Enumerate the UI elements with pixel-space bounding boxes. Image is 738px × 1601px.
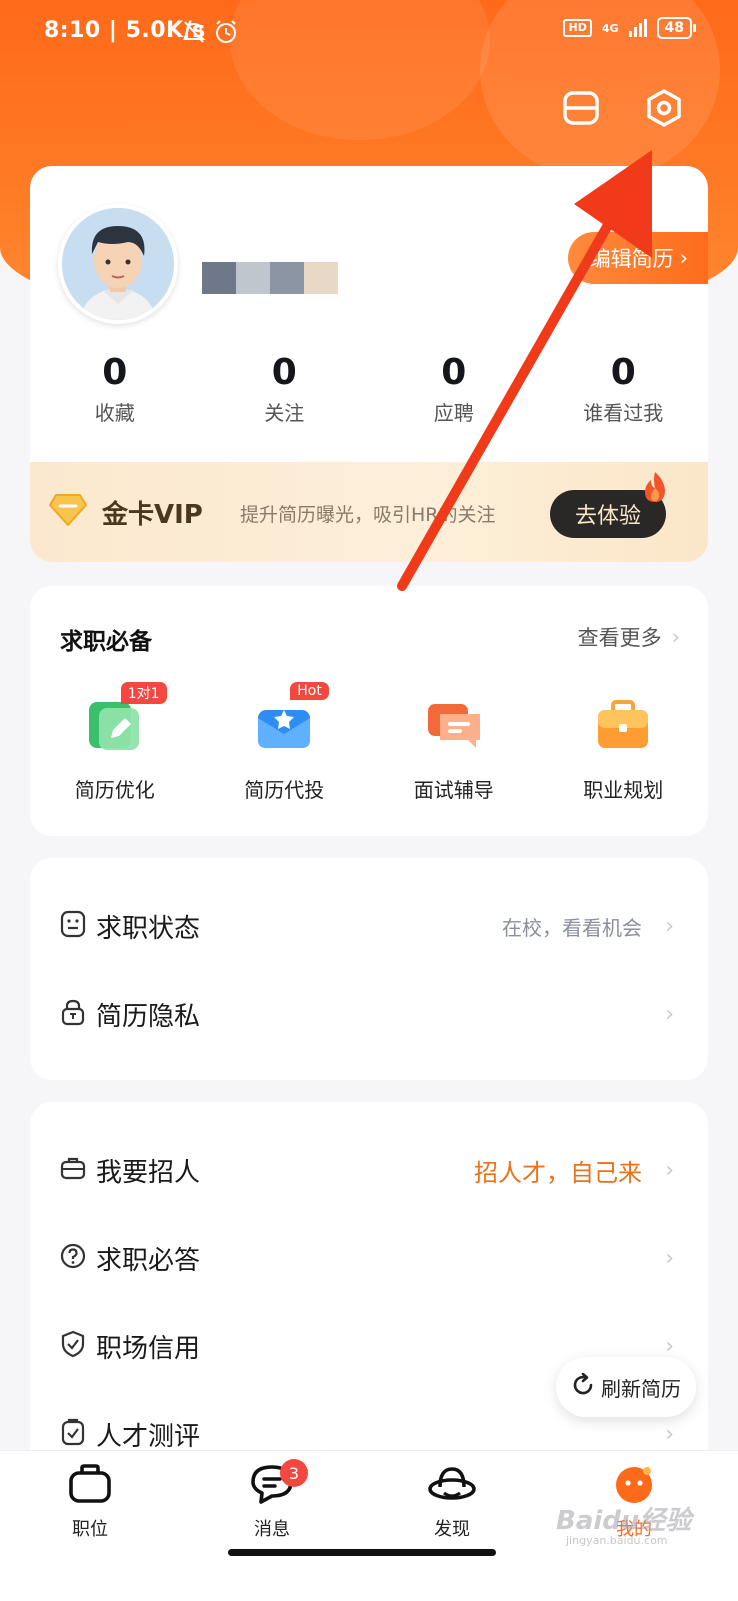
tool-label: 简历优化 bbox=[74, 778, 155, 802]
avatar[interactable] bbox=[58, 204, 178, 324]
settings-card-job: 求职状态 在校，看看机会 › 简历隐私 › bbox=[30, 858, 708, 1080]
tab-label: 消息 bbox=[254, 1519, 290, 1540]
tab-discover[interactable]: 发现 bbox=[402, 1463, 502, 1541]
tool-interview-coaching[interactable]: 面试辅导 bbox=[369, 696, 539, 803]
tab-messages[interactable]: 3 消息 bbox=[222, 1459, 322, 1541]
tool-label: 面试辅导 bbox=[413, 778, 494, 802]
refresh-label: 刷新简历 bbox=[601, 1376, 681, 1401]
stat-following[interactable]: 0 关注 bbox=[200, 352, 370, 426]
job-essentials-card: 求职必备 查看更多 › 1对1 简历优化 Hot 简历代投 面试辅导 职业规划 bbox=[30, 586, 708, 836]
settings-card-more: 我要招人 招人才，自己来 › 求职必答 › 职场信用 › 人才测评 › bbox=[30, 1102, 708, 1482]
vip-banner[interactable]: 金卡VIP 提升简历曝光，吸引HR的关注 去体验 bbox=[30, 462, 708, 562]
row-value: 在校，看看机会 bbox=[502, 915, 642, 940]
refresh-resume-button[interactable]: 刷新简历 bbox=[556, 1357, 696, 1417]
chevron-right-icon: › bbox=[665, 1157, 674, 1183]
shield-check-icon bbox=[60, 1330, 86, 1362]
baidu-watermark: Baidu经验 bbox=[556, 1506, 692, 1536]
row-resume-privacy[interactable]: 简历隐私 › bbox=[30, 970, 708, 1058]
stats-row: 0 收藏 0 关注 0 应聘 0 谁看过我 bbox=[30, 352, 708, 426]
message-count-badge: 3 bbox=[280, 1459, 308, 1487]
diamond-icon bbox=[48, 492, 88, 532]
tool-resume-delivery[interactable]: Hot 简历代投 bbox=[200, 682, 370, 803]
chevron-right-icon: › bbox=[665, 1245, 674, 1271]
settings-icon[interactable] bbox=[644, 88, 684, 128]
chevron-right-icon: › bbox=[671, 625, 680, 649]
tools-row: 1对1 简历优化 Hot 简历代投 面试辅导 职业规划 bbox=[30, 682, 709, 803]
status-time: 8:10 | 5.0K/s bbox=[44, 18, 206, 43]
view-more-label: 查看更多 bbox=[577, 626, 662, 650]
chevron-right-icon: › bbox=[679, 246, 688, 270]
tab-label: 职位 bbox=[72, 1519, 108, 1540]
row-label: 求职必答 bbox=[96, 1245, 201, 1276]
question-icon bbox=[60, 1243, 86, 1273]
network-type: 4G bbox=[601, 21, 619, 35]
row-label: 人才测评 bbox=[96, 1421, 201, 1452]
row-label: 简历隐私 bbox=[96, 1001, 201, 1032]
tool-career-planning[interactable]: 职业规划 bbox=[539, 696, 709, 803]
badge-one-on-one: 1对1 bbox=[120, 682, 167, 704]
status-right: HD 4G 48 bbox=[563, 17, 697, 39]
battery-icon: 48 bbox=[656, 17, 697, 39]
stat-value: 0 bbox=[102, 352, 128, 393]
scan-icon[interactable] bbox=[561, 88, 601, 128]
badge-hot: Hot bbox=[290, 682, 329, 700]
row-job-faq[interactable]: 求职必答 › bbox=[30, 1214, 708, 1302]
edit-resume-label: 编辑简历 bbox=[589, 247, 674, 271]
resume-delivery-icon: Hot bbox=[256, 682, 329, 752]
chevron-right-icon: › bbox=[665, 913, 674, 939]
stat-label: 收藏 bbox=[94, 401, 135, 425]
briefcase-icon bbox=[595, 696, 651, 752]
section-title: 求职必备 bbox=[60, 629, 152, 655]
row-recruit[interactable]: 我要招人 招人才，自己来 › bbox=[30, 1126, 708, 1214]
tool-resume-optimize[interactable]: 1对1 简历优化 bbox=[30, 682, 200, 803]
stat-favorites[interactable]: 0 收藏 bbox=[30, 352, 200, 426]
tool-label: 职业规划 bbox=[583, 778, 664, 802]
silent-alarm-icons bbox=[182, 19, 241, 50]
stat-value: 0 bbox=[610, 352, 636, 393]
vip-description: 提升简历曝光，吸引HR的关注 bbox=[240, 504, 496, 526]
profile-card: 编辑简历 › 0 收藏 0 关注 0 应聘 0 谁看过我 金卡VIP 提升简历曝… bbox=[30, 166, 708, 562]
stat-viewers[interactable]: 0 谁看过我 bbox=[539, 352, 709, 426]
tool-label: 简历代投 bbox=[244, 778, 325, 802]
job-status-icon bbox=[60, 910, 86, 942]
briefcase-outline-icon bbox=[60, 1155, 86, 1185]
stat-applications[interactable]: 0 应聘 bbox=[369, 352, 539, 426]
stat-label: 谁看过我 bbox=[583, 401, 664, 425]
username-blurred bbox=[202, 262, 338, 294]
view-more-link[interactable]: 查看更多 › bbox=[578, 622, 680, 652]
tab-label: 发现 bbox=[434, 1519, 470, 1540]
signal-icon bbox=[628, 19, 647, 37]
row-label: 我要招人 bbox=[96, 1157, 201, 1188]
stat-label: 关注 bbox=[264, 401, 305, 425]
row-job-status[interactable]: 求职状态 在校，看看机会 › bbox=[30, 882, 708, 970]
discover-planet-icon bbox=[426, 1463, 478, 1509]
row-value: 招人才，自己来 bbox=[474, 1158, 642, 1187]
baidu-watermark-url: jingyan.baidu.com bbox=[566, 1534, 668, 1547]
home-indicator[interactable] bbox=[228, 1549, 496, 1556]
edit-resume-button[interactable]: 编辑简历 › bbox=[567, 232, 708, 284]
stat-label: 应聘 bbox=[433, 401, 474, 425]
stat-value: 0 bbox=[441, 352, 467, 393]
refresh-icon bbox=[571, 1372, 595, 1402]
chevron-right-icon: › bbox=[665, 1001, 674, 1027]
chevron-right-icon: › bbox=[665, 1421, 674, 1447]
resume-optimize-icon: 1对1 bbox=[87, 682, 167, 752]
clipboard-check-icon bbox=[60, 1418, 86, 1450]
tab-jobs[interactable]: 职位 bbox=[40, 1463, 140, 1541]
row-label: 求职状态 bbox=[96, 913, 201, 944]
status-bar: 8:10 | 5.0K/s HD 4G 48 bbox=[0, 0, 738, 66]
lock-icon bbox=[60, 998, 86, 1030]
fire-icon bbox=[640, 470, 670, 508]
jobs-icon bbox=[67, 1463, 113, 1509]
row-label: 职场信用 bbox=[96, 1333, 201, 1364]
vip-title: 金卡VIP bbox=[102, 500, 203, 530]
chevron-right-icon: › bbox=[665, 1333, 674, 1359]
stat-value: 0 bbox=[271, 352, 297, 393]
interview-chat-icon bbox=[426, 696, 482, 752]
battery-level: 48 bbox=[664, 20, 684, 36]
hd-indicator: HD bbox=[563, 19, 592, 37]
